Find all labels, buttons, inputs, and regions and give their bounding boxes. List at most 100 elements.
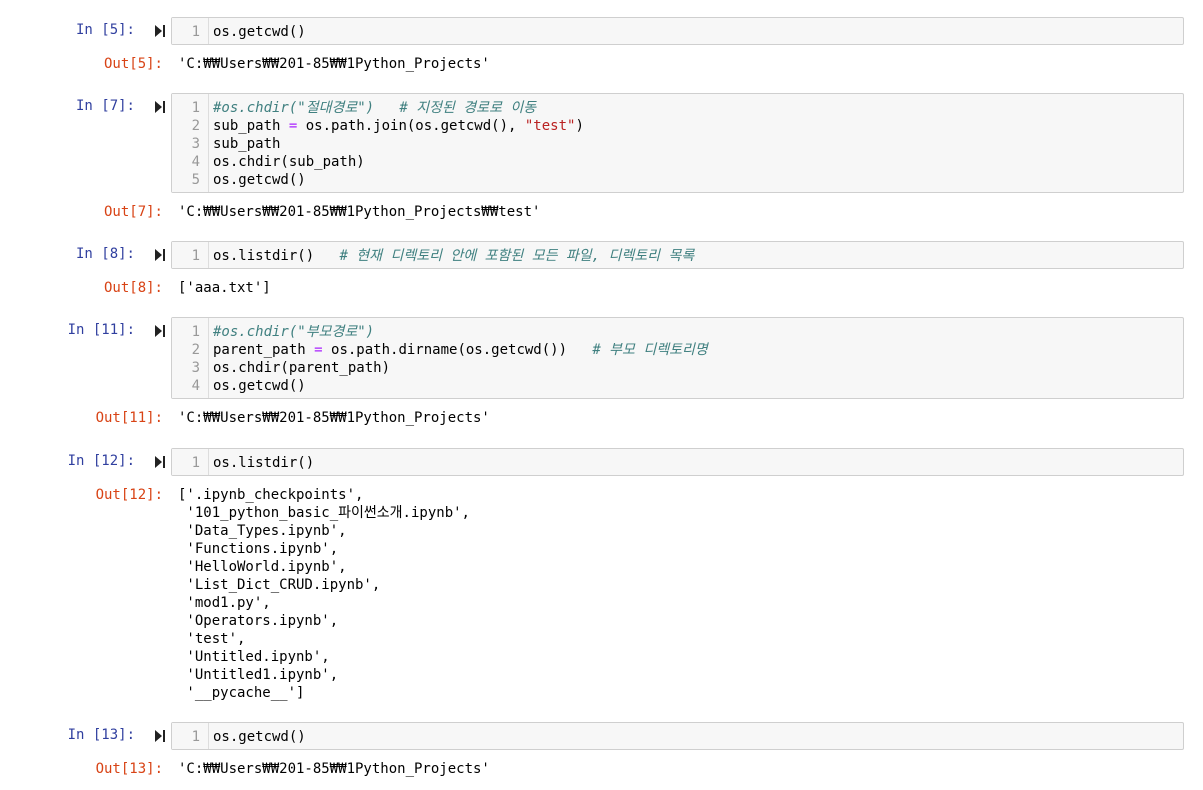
code-string: "test"	[524, 118, 576, 134]
line-number: 4	[191, 378, 200, 394]
code-text[interactable]: os.chdir(sub_path)	[213, 153, 365, 171]
code-comment: # 부모 디렉토리명	[592, 342, 708, 358]
code-line[interactable]: 1 #os.chdir("부모경로")	[172, 323, 1183, 341]
output-line: 'List_Dict_CRUD.ipynb',	[178, 577, 381, 593]
code-token: parent_path	[213, 342, 315, 358]
input-prompt: In [12]:	[67, 453, 135, 469]
code-text[interactable]: #os.chdir("절대경로") # 지정된 경로로 이동	[213, 99, 536, 117]
line-number: 1	[191, 100, 200, 116]
run-cell-icon[interactable]	[154, 324, 166, 338]
output-prompt: Out[7]:	[103, 204, 163, 220]
code-line[interactable]: 1 os.listdir()	[172, 454, 1183, 472]
code-token: os.getcwd()	[213, 172, 306, 188]
line-number: 1	[191, 24, 200, 40]
code-editor[interactable]: 1 os.listdir() # 현재 디렉토리 안에 포함된 모든 파일, 디렉…	[171, 241, 1184, 269]
code-text[interactable]: os.getcwd()	[213, 23, 306, 41]
run-cell-icon[interactable]	[154, 100, 166, 114]
output-line: 'C:₩₩Users₩₩201-85₩₩1Python_Projects₩₩te…	[178, 204, 541, 220]
run-cell-icon[interactable]	[154, 248, 166, 262]
code-operator: =	[314, 342, 323, 358]
code-line[interactable]: 4 os.getcwd()	[172, 377, 1183, 395]
output-line: '101_python_basic_파이썬소개.ipynb',	[178, 505, 470, 521]
output-line: ['aaa.txt']	[178, 280, 271, 296]
code-text[interactable]: parent_path = os.path.dirname(os.getcwd(…	[213, 341, 708, 359]
code-text[interactable]: os.chdir(parent_path)	[213, 359, 390, 377]
code-token: os.listdir()	[213, 455, 315, 471]
input-prompt: In [8]:	[75, 246, 135, 262]
code-token: os.path.join(os.getcwd(),	[297, 118, 525, 134]
line-number: 5	[191, 172, 200, 188]
code-editor[interactable]: 1 os.listdir()	[171, 448, 1184, 476]
line-number: 2	[191, 342, 200, 358]
output-prompt: Out[8]:	[103, 280, 163, 296]
output-prompt: Out[11]:	[95, 410, 163, 426]
code-comment: # 현재 디렉토리 안에 포함된 모든 파일, 디렉토리 목록	[339, 248, 695, 264]
output-prompt: Out[5]:	[103, 56, 163, 72]
input-prompt: In [11]:	[67, 322, 135, 338]
run-cell-icon[interactable]	[154, 729, 166, 743]
code-token: os.listdir()	[213, 248, 340, 264]
code-text[interactable]: os.getcwd()	[213, 377, 306, 395]
code-token: os.path.dirname(os.getcwd())	[322, 342, 593, 358]
code-text[interactable]: sub_path = os.path.join(os.getcwd(), "te…	[213, 117, 584, 135]
code-editor[interactable]: 1 os.getcwd()	[171, 722, 1184, 750]
code-editor[interactable]: 1 #os.chdir("부모경로") 2 parent_path = os.path…	[171, 317, 1184, 399]
code-comment: #os.chdir("부모경로")	[213, 324, 375, 340]
output-line: 'test',	[178, 631, 246, 647]
code-text[interactable]: sub_path	[213, 135, 280, 153]
input-prompt: In [7]:	[75, 98, 135, 114]
line-number: 4	[191, 154, 200, 170]
line-number: 1	[191, 324, 200, 340]
output-line: 'C:₩₩Users₩₩201-85₩₩1Python_Projects'	[178, 410, 490, 426]
input-prompt: In [5]:	[75, 22, 135, 38]
output-line: 'HelloWorld.ipynb',	[178, 559, 347, 575]
code-token: os.getcwd()	[213, 729, 306, 745]
output-line: '__pycache__']	[178, 685, 305, 701]
code-token: os.chdir(sub_path)	[213, 154, 365, 170]
output-line: 'mod1.py',	[178, 595, 271, 611]
code-text[interactable]: os.getcwd()	[213, 728, 306, 746]
run-cell-icon[interactable]	[154, 24, 166, 38]
code-token: os.getcwd()	[213, 378, 306, 394]
code-text[interactable]: os.getcwd()	[213, 171, 306, 189]
output-line: 'C:₩₩Users₩₩201-85₩₩1Python_Projects'	[178, 56, 490, 72]
code-editor[interactable]: 1 #os.chdir("절대경로") # 지정된 경로로 이동 2 sub_path…	[171, 93, 1184, 193]
line-number: 2	[191, 118, 200, 134]
code-line[interactable]: 2 parent_path = os.path.dirname(os.getcwd…	[172, 341, 1183, 359]
code-token: os.getcwd()	[213, 24, 306, 40]
code-line[interactable]: 1 os.getcwd()	[172, 23, 1183, 41]
code-token: )	[575, 118, 584, 134]
code-line[interactable]: 4 os.chdir(sub_path)	[172, 153, 1183, 171]
output-line: ['.ipynb_checkpoints',	[178, 487, 364, 503]
code-line[interactable]: 1 os.getcwd()	[172, 728, 1183, 746]
code-token: sub_path	[213, 136, 281, 152]
code-token: os.chdir(parent_path)	[213, 360, 391, 376]
code-line[interactable]: 2 sub_path = os.path.join(os.getcwd(), "t…	[172, 117, 1183, 135]
run-cell-icon[interactable]	[154, 455, 166, 469]
output-prompt: Out[12]:	[95, 487, 163, 503]
input-prompt: In [13]:	[67, 727, 135, 743]
code-line[interactable]: 3 os.chdir(parent_path)	[172, 359, 1183, 377]
output-prompt: Out[13]:	[95, 761, 163, 777]
line-number: 1	[191, 455, 200, 471]
code-token: sub_path	[213, 118, 289, 134]
code-line[interactable]: 1 #os.chdir("절대경로") # 지정된 경로로 이동	[172, 99, 1183, 117]
output-line: 'Functions.ipynb',	[178, 541, 339, 557]
code-editor[interactable]: 1 os.getcwd()	[171, 17, 1184, 45]
code-text[interactable]: os.listdir()	[213, 454, 314, 472]
code-comment: #os.chdir("절대경로") # 지정된 경로로 이동	[213, 100, 537, 116]
output-line: 'Operators.ipynb',	[178, 613, 339, 629]
code-line[interactable]: 1 os.listdir() # 현재 디렉토리 안에 포함된 모든 파일, 디렉…	[172, 247, 1183, 265]
output-line: 'Untitled.ipynb',	[178, 649, 330, 665]
line-number: 1	[191, 248, 200, 264]
output-line: 'Untitled1.ipynb',	[178, 667, 339, 683]
output-line: 'Data_Types.ipynb',	[178, 523, 347, 539]
line-number: 1	[191, 729, 200, 745]
code-line[interactable]: 3 sub_path	[172, 135, 1183, 153]
line-number: 3	[191, 360, 200, 376]
code-line[interactable]: 5 os.getcwd()	[172, 171, 1183, 189]
code-text[interactable]: #os.chdir("부모경로")	[213, 323, 374, 341]
line-number: 3	[191, 136, 200, 152]
code-text[interactable]: os.listdir() # 현재 디렉토리 안에 포함된 모든 파일, 디렉토…	[213, 247, 694, 265]
output-line: 'C:₩₩Users₩₩201-85₩₩1Python_Projects'	[178, 761, 490, 777]
